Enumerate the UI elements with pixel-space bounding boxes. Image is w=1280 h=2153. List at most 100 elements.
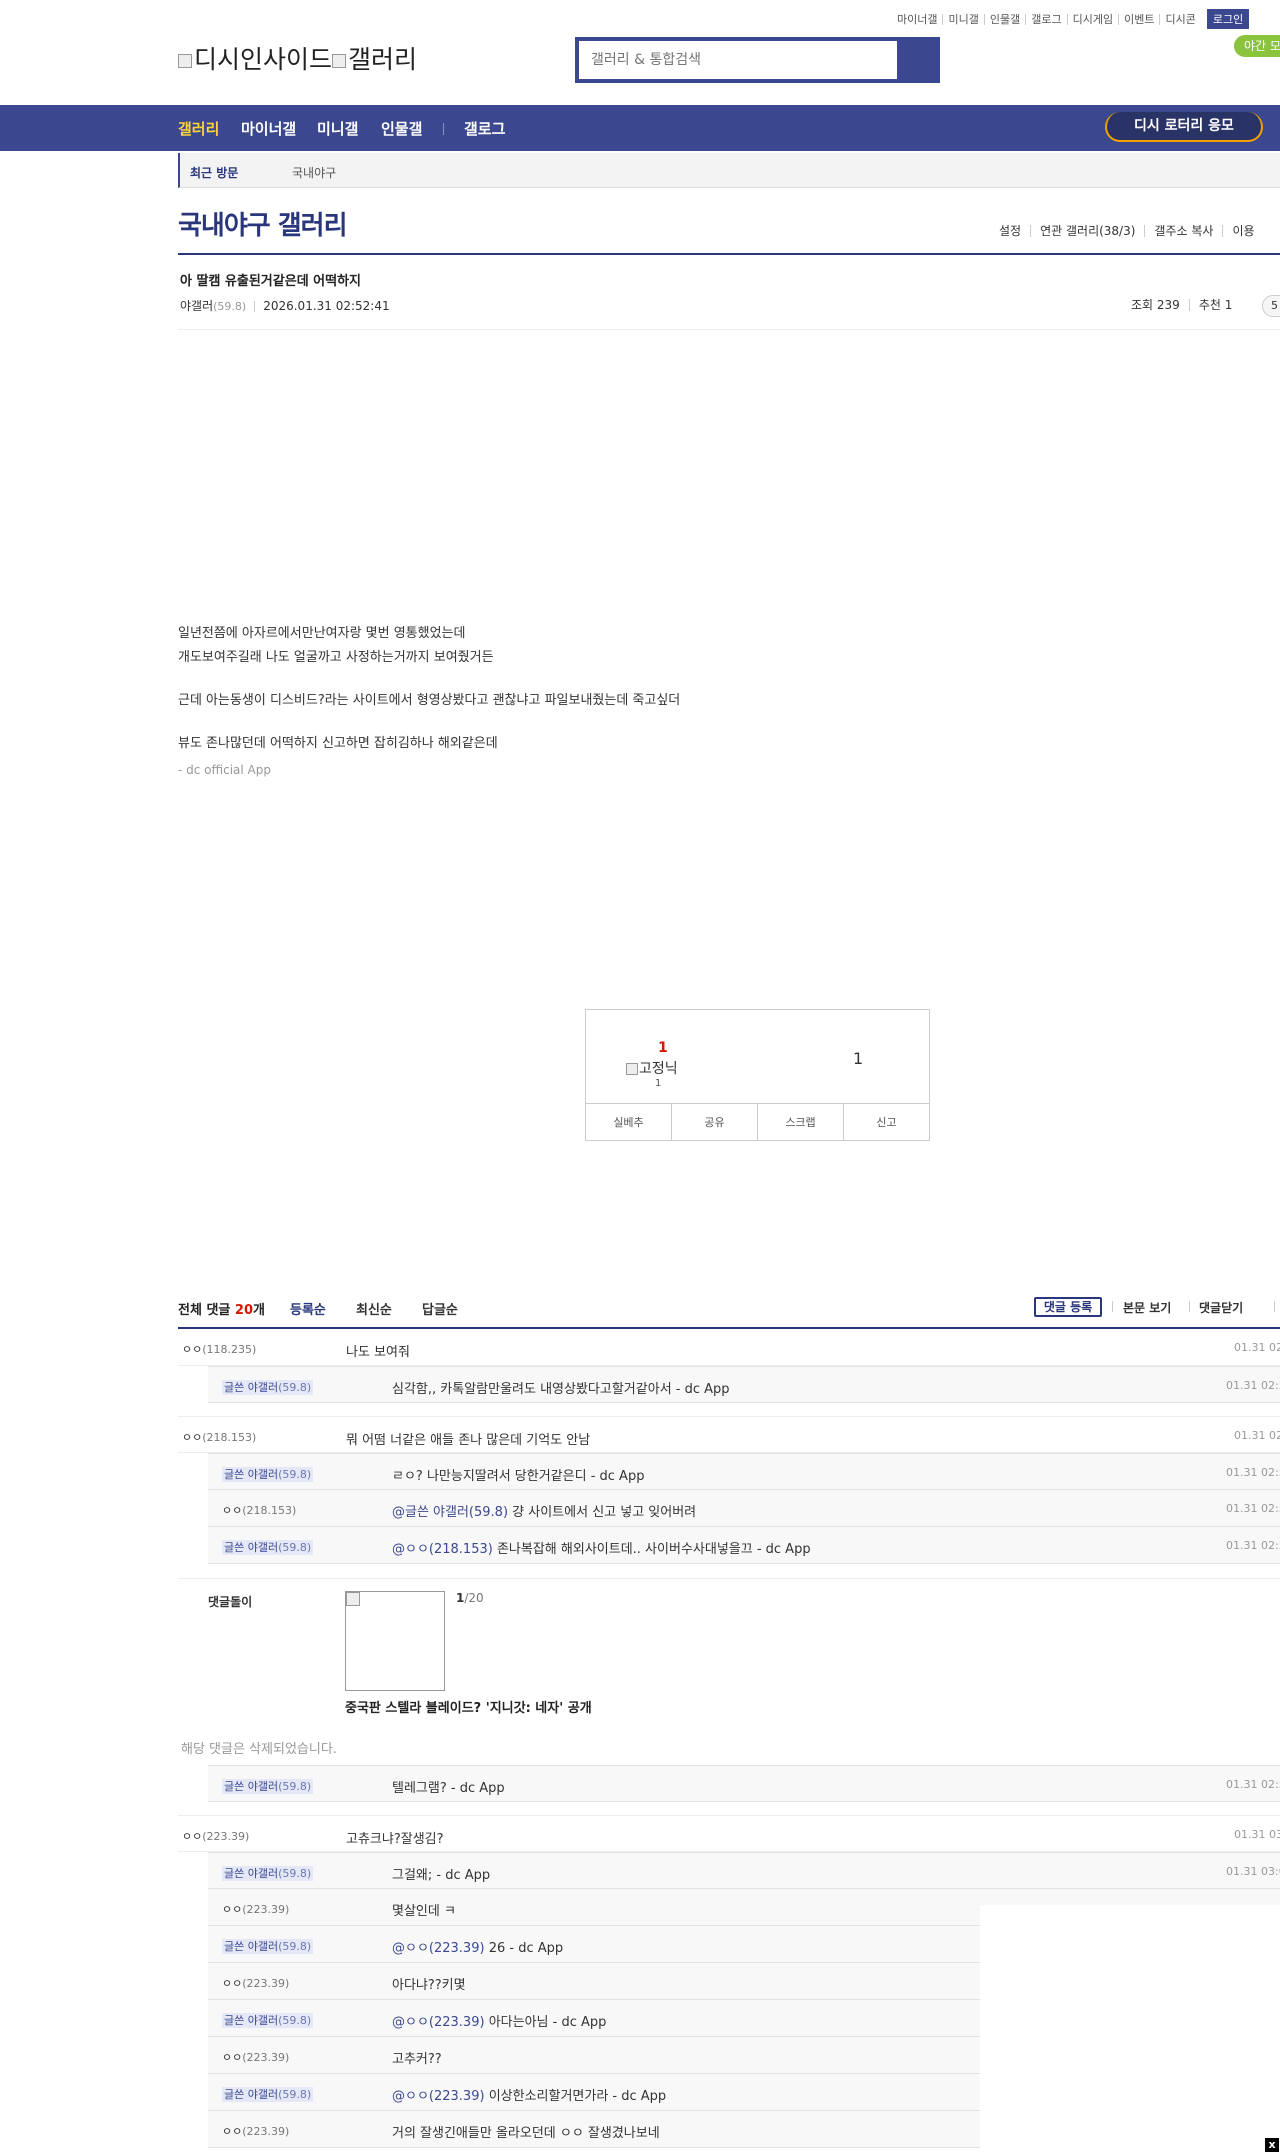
copy-address-link[interactable]: 갤주소 복사 <box>1144 225 1222 237</box>
reply-nick[interactable]: 글쓴 야갤러(59.8) <box>222 2086 314 2102</box>
comment-nick[interactable]: ㅇㅇ(218.153) <box>182 1429 256 1445</box>
close-comments-button[interactable]: 댓글닫기 <box>1199 1299 1243 1316</box>
util-link-game[interactable]: 디시게임 <box>1066 13 1118 25</box>
report-button[interactable]: 신고 <box>843 1104 929 1140</box>
reply-row: 글쓴 야갤러(59.8) @ㅇㅇ(223.39) 이상한소리할거면가라 - dc… <box>208 2074 980 2111</box>
recent-item[interactable]: 국내야구 <box>292 164 336 181</box>
search-input[interactable] <box>579 41 897 79</box>
gallery-settings-link[interactable]: 설정 <box>990 225 1030 237</box>
lottery-button[interactable]: 디시 로터리 응모 <box>1105 112 1263 142</box>
bot-headline-link[interactable]: 중국판 스텔라 블레이드? '지니갓: 네자' 공개 <box>345 1697 592 1716</box>
nav-gallog[interactable]: 갤로그 <box>464 118 505 139</box>
related-gallery-link[interactable]: 연관 갤러리(38/3) <box>1030 225 1144 237</box>
post-datetime: 2026.01.31 02:52:41 <box>263 299 390 313</box>
reply-text: 그걸왜; - dc App <box>392 1868 491 1883</box>
login-button[interactable]: 로그인 <box>1206 9 1250 29</box>
view-body-button[interactable]: 본문 보기 <box>1123 1299 1171 1316</box>
site-logo[interactable]: 디시인사이드 갤러리 <box>178 40 417 76</box>
comment-text: 고츄크냐?잘생김? <box>346 1832 444 1847</box>
reply-row: 글쓴 야갤러(59.8) @ㅇㅇ(218.153) 존나복잡해 해외사이트데..… <box>208 1527 1280 1564</box>
title-divider <box>178 253 1280 255</box>
reply-text: 고추커?? <box>392 2052 442 2067</box>
divider <box>1274 1301 1275 1312</box>
close-ad-button[interactable]: x <box>1265 2138 1279 2152</box>
nav-mini[interactable]: 미니갤 <box>317 118 358 139</box>
reply-nick[interactable]: 글쓴 야갤러(59.8) <box>222 2012 314 2028</box>
util-link-dccon[interactable]: 디시콘 <box>1159 13 1200 25</box>
recent-label: 최근 방문 <box>190 166 239 180</box>
post-source: - dc official App <box>178 763 271 777</box>
reply-nick[interactable]: 글쓴 야갤러(59.8) <box>222 1865 314 1881</box>
post-writer: 야갤러(59.8) 2026.01.31 02:52:41 <box>180 297 390 314</box>
post-stats: 조회 239 추천 1 <box>1122 299 1241 311</box>
nav-person[interactable]: 인물갤 <box>381 118 422 139</box>
comment-date: 01.31 02 <box>1234 1341 1280 1354</box>
real-best-button[interactable]: 실베추 <box>586 1104 671 1140</box>
reply-nick[interactable]: ㅇㅇ(218.153) <box>222 1502 296 1518</box>
comment-bot-box: 댓글돌이 1/20 중국판 스텔라 블레이드? '지니갓: 네자' 공개 <box>178 1578 1280 1728</box>
usage-link[interactable]: 이용 <box>1222 225 1263 237</box>
search-box <box>575 37 940 83</box>
reply-row: ㅇㅇ(223.39) 고추커?? <box>208 2037 980 2074</box>
share-button[interactable]: 공유 <box>671 1104 757 1140</box>
reply-nick[interactable]: 글쓴 야갤러(59.8) <box>222 1778 314 1794</box>
logo-alt-text: 디시인사이드 <box>194 45 333 74</box>
reply-nick[interactable]: 글쓴 야갤러(59.8) <box>222 1379 314 1395</box>
bot-image[interactable] <box>345 1591 445 1691</box>
reply-text: @ㅇㅇ(223.39) 26 - dc App <box>392 1941 564 1956</box>
comment-count-button[interactable]: 5 <box>1262 295 1280 317</box>
reply-row: 글쓴 야갤러(59.8) @ㅇㅇ(223.39) 26 - dc App <box>208 1926 980 1963</box>
reply-text: 심각함,, 카톡알람만울려도 내영상봤다고할거같아서 - dc App <box>392 1382 730 1397</box>
comment-text: 나도 보여줘 <box>346 1345 410 1360</box>
post-body: 일년전쯤에 아자르에서만난여자랑 몇번 영통했었는데 개도보여주길래 나도 얼굴… <box>178 622 680 782</box>
util-link-minor[interactable]: 마이너갤 <box>892 14 942 25</box>
sort-latest[interactable]: 최신순 <box>356 1299 392 1318</box>
reply-nick[interactable]: ㅇㅇ(223.39) <box>222 2123 289 2139</box>
reply-row: ㅇㅇ(223.39) 거의 잘생긴애들만 올라오던데 ㅇㅇ 잘생겼나보네 <box>208 2111 980 2148</box>
comment-date: 01.31 03 <box>1234 1828 1280 1841</box>
reply-nick[interactable]: ㅇㅇ(223.39) <box>222 2049 289 2065</box>
reply-nick[interactable]: ㅇㅇ(223.39) <box>222 1901 289 1917</box>
vote-action-buttons: 실베추 공유 스크랩 신고 <box>586 1103 929 1140</box>
reply-text: @ㅇㅇ(223.39) 아다는아님 - dc App <box>392 2015 607 2030</box>
deleted-comment-notice: 해당 댓글은 삭제되었습니다. <box>181 1742 337 1757</box>
comment-total: 전체 댓글 20개 <box>178 1299 265 1318</box>
reply-nick[interactable]: 글쓴 야갤러(59.8) <box>222 1938 314 1954</box>
util-link-event[interactable]: 이벤트 <box>1118 13 1159 25</box>
reply-text: 아다냐??키몇 <box>392 1978 466 1993</box>
comment-total-unit: 개 <box>253 1303 265 1318</box>
comment-nick[interactable]: ㅇㅇ(223.39) <box>182 1828 249 1844</box>
body-line: 뷰도 존나많던데 어떡하지 신고하면 잡히김하나 해외같은데 <box>178 736 498 751</box>
util-link-gallog[interactable]: 갤로그 <box>1025 13 1066 25</box>
night-mode-toggle[interactable]: 야간 모드 <box>1234 35 1280 57</box>
vote-box: 1 고정닉 1 1 실베추 공유 스크랩 신고 <box>585 1009 930 1141</box>
reply-text: 몇살인데 ㅋ <box>392 1904 456 1919</box>
divider <box>1112 1301 1113 1312</box>
upvote-button[interactable]: 고정닉 <box>626 1058 678 1078</box>
comment-total-count: 20 <box>234 1303 253 1318</box>
util-link-mini[interactable]: 미니갤 <box>942 13 983 25</box>
writer-nick[interactable]: 야갤러 <box>180 299 213 313</box>
nav-minor[interactable]: 마이너갤 <box>241 118 296 139</box>
sort-replies[interactable]: 답글순 <box>422 1299 458 1318</box>
gallery-links: 설정 연관 갤러리(38/3) 갤주소 복사 이용 <box>990 225 1264 237</box>
gallery-title[interactable]: 국내야구 갤러리 <box>178 205 347 242</box>
sort-registered[interactable]: 등록순 <box>290 1299 326 1318</box>
reply-nick[interactable]: ㅇㅇ(223.39) <box>222 1975 289 1991</box>
comment-register-button[interactable]: 댓글 등록 <box>1034 1297 1102 1317</box>
reply-nick[interactable]: 글쓴 야갤러(59.8) <box>222 1539 314 1555</box>
broken-image-icon <box>346 1592 360 1606</box>
reply-row: 글쓴 야갤러(59.8) @ㅇㅇ(223.39) 아다는아님 - dc App <box>208 2000 980 2037</box>
downvote-count[interactable]: 1 <box>853 1049 863 1068</box>
nav-gallery[interactable]: 갤러리 <box>178 118 219 139</box>
reply-text: @ㅇㅇ(218.153) 존나복잡해 해외사이트데.. 사이버수사대넣을끄 - … <box>392 1542 811 1557</box>
body-line: 개도보여주길래 나도 얼굴까고 사정하는거까지 보여줬거든 <box>178 650 494 665</box>
comment-nick[interactable]: ㅇㅇ(118.235) <box>182 1341 256 1357</box>
reply-row: 글쓴 야갤러(59.8) 그걸왜; - dc App 01.31 03:0 <box>208 1852 1280 1889</box>
util-link-person[interactable]: 인물갤 <box>983 13 1025 25</box>
scrap-button[interactable]: 스크랩 <box>757 1104 843 1140</box>
header-divider <box>178 329 1280 330</box>
reply-nick[interactable]: 글쓴 야갤러(59.8) <box>222 1466 314 1482</box>
reply-row: ㅇㅇ(218.153) @글쓴 야갤러(59.8) 걍 사이트에서 신고 넣고 … <box>208 1490 1280 1527</box>
reply-date: 01.31 02:5 <box>1226 1502 1280 1515</box>
